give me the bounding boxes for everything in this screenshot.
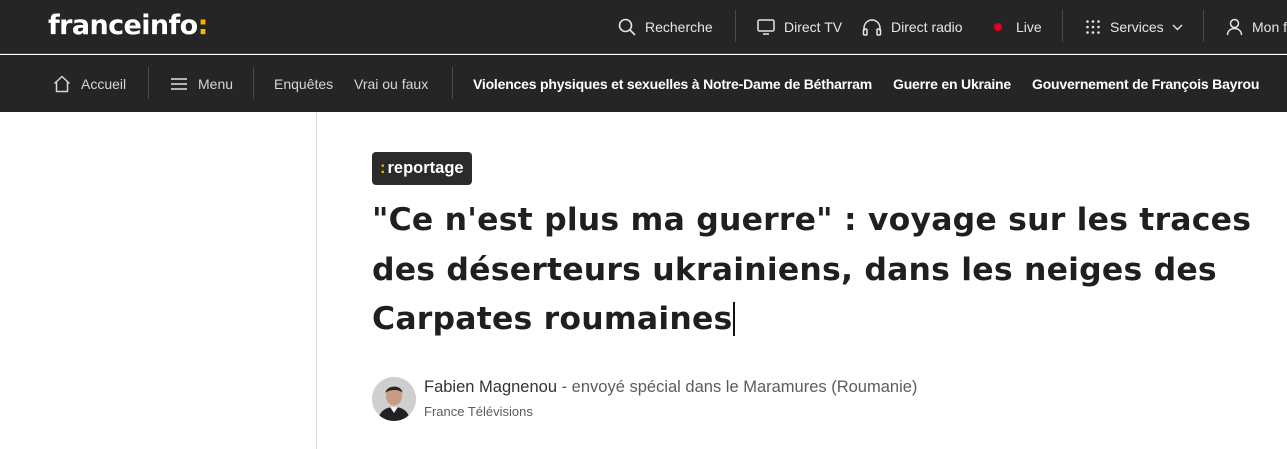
author-avatar[interactable]	[372, 377, 416, 421]
divider	[452, 67, 453, 99]
logo-text: franceinfo	[48, 10, 198, 41]
nav-topic-betharram[interactable]: Violences physiques et sexuelles à Notre…	[473, 55, 872, 112]
nav-topic-ukraine[interactable]: Guerre en Ukraine	[893, 55, 1011, 112]
divider	[253, 67, 254, 99]
nav-home-label: Accueil	[81, 75, 127, 92]
divider	[735, 10, 736, 42]
home-icon	[53, 75, 71, 92]
badge-label: reportage	[387, 159, 464, 177]
search-label: Recherche	[645, 19, 713, 35]
nav-menu-label: Menu	[198, 75, 234, 92]
search-icon	[618, 18, 636, 36]
author-role: - envoyé spécial dans le Maramures (Roum…	[557, 378, 918, 396]
author-photo	[372, 377, 416, 421]
search-button[interactable]: Recherche	[618, 0, 713, 54]
live-dot-icon	[994, 23, 1002, 31]
direct-radio-label: Direct radio	[891, 19, 963, 35]
account-link[interactable]: Mon f	[1226, 0, 1287, 54]
text-cursor	[733, 302, 735, 336]
reportage-badge: : reportage	[372, 152, 472, 185]
headline-text: "Ce n'est plus ma guerre" : voyage sur l…	[372, 202, 1252, 337]
nav-menu[interactable]: Menu	[170, 55, 233, 112]
direct-radio-link[interactable]: Direct radio	[862, 0, 963, 54]
live-label: Live	[1016, 19, 1042, 35]
franceinfo-logo[interactable]: franceinfo:	[48, 10, 208, 41]
hamburger-icon	[171, 77, 187, 90]
nav-topic-bayrou[interactable]: Gouvernement de François Bayrou	[1032, 55, 1259, 112]
services-label: Services	[1110, 19, 1164, 35]
services-menu[interactable]: Services	[1085, 0, 1183, 54]
direct-tv-label: Direct TV	[784, 19, 843, 35]
tv-icon	[757, 19, 775, 35]
live-link[interactable]: Live	[994, 0, 1042, 54]
divider	[1203, 10, 1204, 42]
grid-icon	[1086, 20, 1100, 34]
user-icon	[1226, 18, 1243, 36]
nav-home[interactable]: Accueil	[53, 55, 126, 112]
author-organization: France Télévisions	[424, 404, 533, 419]
badge-colon: :	[380, 159, 386, 177]
nav-item-enquetes[interactable]: Enquêtes	[274, 55, 333, 112]
left-column-divider	[316, 112, 317, 449]
headphones-icon	[862, 19, 882, 36]
divider	[148, 67, 149, 99]
main-nav: Accueil Menu Enquêtes Vrai ou faux Viole…	[0, 55, 1287, 112]
author-line: Fabien Magnenou - envoyé spécial dans le…	[424, 378, 917, 397]
article-headline: "Ce n'est plus ma guerre" : voyage sur l…	[372, 196, 1272, 345]
top-header: franceinfo: Recherche Direct TV Direct r…	[0, 0, 1287, 54]
author-name-link[interactable]: Fabien Magnenou	[424, 378, 557, 396]
account-label: Mon f	[1252, 19, 1287, 35]
divider	[1062, 10, 1063, 42]
logo-colon: :	[197, 10, 209, 41]
direct-tv-link[interactable]: Direct TV	[757, 0, 842, 54]
nav-item-vrai-ou-faux[interactable]: Vrai ou faux	[354, 55, 428, 112]
chevron-down-icon	[1172, 24, 1183, 30]
